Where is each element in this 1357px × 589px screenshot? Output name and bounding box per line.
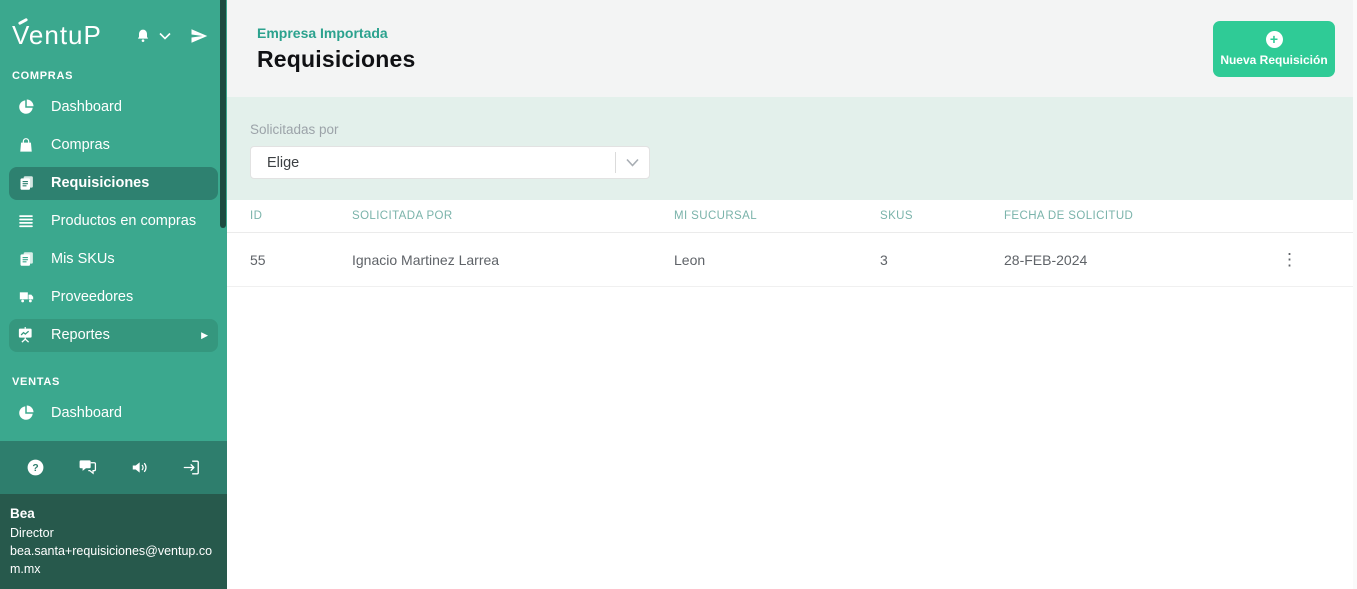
table-row: 55 Ignacio Martinez Larrea Leon 3 28-FEB… (227, 233, 1357, 287)
pie-chart-icon (16, 98, 36, 116)
column-header-mi-sucursal: MI SUCURSAL (674, 210, 880, 222)
chat-icon[interactable] (77, 458, 98, 477)
sidebar-item-label: Dashboard (51, 405, 122, 421)
column-header-id: ID (250, 210, 352, 222)
page-title: Requisiciones (257, 46, 416, 73)
filter-band: Solicitadas por Elige (227, 97, 1357, 200)
clipboard-icon (16, 174, 36, 192)
svg-text:?: ? (32, 463, 38, 474)
column-header-skus: SKUS (880, 210, 1004, 222)
new-requisition-button[interactable]: + Nueva Requisición (1213, 21, 1335, 77)
sidebar-item-label: Compras (51, 137, 110, 153)
sidebar: VentuP COMPRAS Dashboard Compras R (0, 0, 227, 589)
sidebar-item-mis-skus[interactable]: Mis SKUs (9, 243, 218, 276)
company-name: Empresa Importada (257, 25, 416, 41)
sidebar-top-icons (133, 25, 211, 47)
notifications-bell-icon[interactable] (133, 25, 153, 47)
cell-skus: 3 (880, 252, 1004, 268)
sidebar-item-dashboard-compras[interactable]: Dashboard (9, 91, 218, 124)
page-header: Empresa Importada Requisiciones + Nueva … (227, 0, 1357, 97)
send-icon[interactable] (187, 25, 211, 47)
shopping-bag-icon (16, 136, 36, 154)
submenu-arrow-icon: ▶ (201, 331, 211, 340)
row-kebab-menu-icon[interactable]: ⋮ (1277, 251, 1308, 268)
clipboard-icon (16, 250, 36, 268)
sidebar-item-label: Proveedores (51, 289, 133, 305)
cell-mi-sucursal: Leon (674, 252, 880, 268)
user-role: Director (10, 524, 217, 542)
stacked-lines-icon (16, 212, 36, 230)
page-scrollbar-track[interactable] (1353, 0, 1357, 589)
select-value: Elige (267, 155, 615, 171)
sidebar-scrollbar-thumb[interactable] (220, 0, 226, 228)
solicitadas-por-select[interactable]: Elige (250, 146, 650, 179)
filter-label: Solicitadas por (250, 122, 1357, 137)
cell-solicitada-por: Ignacio Martinez Larrea (352, 252, 674, 268)
requisitions-table: ID SOLICITADA POR MI SUCURSAL SKUS FECHA… (227, 200, 1357, 589)
notifications-chevron-down-icon[interactable] (157, 30, 173, 42)
sidebar-item-label: Reportes (51, 327, 110, 343)
main-content: Empresa Importada Requisiciones + Nueva … (227, 0, 1357, 589)
cell-fecha-de-solicitud: 28-FEB-2024 (1004, 252, 1277, 268)
sidebar-item-label: Mis SKUs (51, 251, 115, 267)
sidebar-item-productos-en-compras[interactable]: Productos en compras (9, 205, 218, 238)
user-panel: Bea Director bea.santa+requisiciones@ven… (0, 494, 227, 589)
page-header-titles: Empresa Importada Requisiciones (257, 25, 416, 73)
plus-icon: + (1266, 31, 1283, 48)
logout-icon[interactable] (182, 458, 201, 477)
sidebar-item-reportes[interactable]: Reportes ▶ (9, 319, 218, 352)
cell-id: 55 (250, 252, 352, 268)
section-label-compras: COMPRAS (0, 57, 227, 88)
sound-icon[interactable] (129, 458, 150, 477)
chevron-down-icon (616, 158, 649, 167)
section-label-ventas: VENTAS (0, 354, 227, 394)
table-header-row: ID SOLICITADA POR MI SUCURSAL SKUS FECHA… (227, 200, 1357, 233)
sidebar-item-label: Dashboard (51, 99, 122, 115)
sidebar-icon-bar: ? (0, 441, 227, 494)
sidebar-item-proveedores[interactable]: Proveedores (9, 281, 218, 314)
chart-board-icon (16, 326, 36, 344)
new-requisition-button-label: Nueva Requisición (1220, 53, 1327, 67)
sidebar-item-dashboard-ventas[interactable]: Dashboard (9, 397, 218, 430)
user-email: bea.santa+requisiciones@ventup.com.mx (10, 542, 217, 578)
sidebar-header: VentuP (0, 0, 227, 57)
sidebar-item-label: Productos en compras (51, 213, 196, 229)
column-header-fecha-de-solicitud: FECHA DE SOLICITUD (1004, 210, 1277, 222)
pie-chart-icon (16, 404, 36, 422)
sidebar-item-requisiciones[interactable]: Requisiciones (9, 167, 218, 200)
column-header-solicitada-por: SOLICITADA POR (352, 210, 674, 222)
sidebar-item-label: Requisiciones (51, 175, 149, 191)
brand-logo[interactable]: VentuP (12, 20, 102, 51)
truck-icon (16, 289, 36, 305)
user-name: Bea (10, 504, 217, 524)
help-icon[interactable]: ? (26, 458, 45, 477)
sidebar-item-compras[interactable]: Compras (9, 129, 218, 162)
